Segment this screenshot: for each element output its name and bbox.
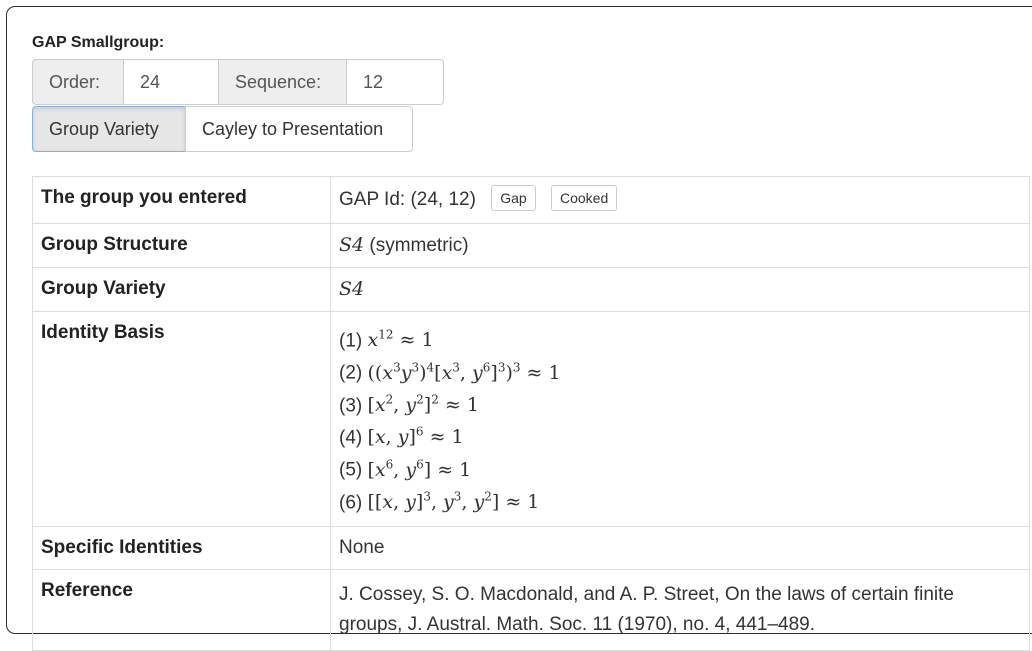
identity-6: (6) [[x, y]3, y3, y2] ≈ 1 bbox=[339, 489, 540, 513]
row-label: Specific Identities bbox=[32, 525, 331, 570]
group-structure-math: S4 bbox=[339, 234, 365, 256]
identity-3: (3) [x2, y2]2 ≈ 1 bbox=[339, 392, 479, 416]
panel-content: GAP Smallgroup: Order: 24 Sequence: 12 G… bbox=[32, 33, 1032, 651]
panel-frame: GAP Smallgroup: Order: 24 Sequence: 12 G… bbox=[6, 6, 1032, 651]
table-row: Specific Identities None bbox=[32, 525, 1030, 570]
row-value: None bbox=[330, 525, 1030, 570]
row-label: Group Variety bbox=[32, 267, 331, 312]
identity-2: (2) ((x3y3)4[x3, y6]3)3 ≈ 1 bbox=[339, 360, 561, 384]
gap-button[interactable]: Gap bbox=[491, 185, 536, 211]
row-value: S4 bbox=[330, 267, 1030, 312]
row-value: (1) x12 ≈ 1 (2) ((x3y3)4[x3, y6]3)3 ≈ 1 … bbox=[330, 311, 1030, 527]
cooked-button[interactable]: Cooked bbox=[550, 185, 618, 211]
reference-text: J. Cossey, S. O. Macdonald, and A. P. St… bbox=[330, 568, 1030, 651]
group-variety-button[interactable]: Group Variety bbox=[32, 106, 186, 152]
table-row: The group you entered GAP Id: (24, 12) G… bbox=[32, 176, 1030, 224]
group-variety-math: S4 bbox=[339, 278, 365, 300]
gap-id-text: GAP Id: (24, 12) bbox=[339, 189, 476, 211]
row-label: Identity Basis bbox=[32, 311, 331, 527]
order-sequence-group: Order: 24 Sequence: 12 bbox=[32, 59, 445, 105]
row-value: GAP Id: (24, 12) Gap Cooked bbox=[330, 176, 1030, 224]
group-structure-text: (symmetric) bbox=[364, 235, 469, 256]
sequence-input[interactable]: 12 bbox=[346, 59, 444, 105]
identity-4: (4) [x, y]6 ≈ 1 bbox=[339, 424, 464, 449]
row-label: Group Structure bbox=[32, 223, 331, 268]
row-label: The group you entered bbox=[32, 176, 331, 224]
order-input[interactable]: 24 bbox=[123, 59, 219, 105]
table-row: Reference J. Cossey, S. O. Macdonald, an… bbox=[32, 568, 1030, 651]
group-info-table: The group you entered GAP Id: (24, 12) G… bbox=[32, 176, 1030, 651]
table-row: Group Structure S4 (symmetric) bbox=[32, 223, 1030, 268]
identity-1: (1) x12 ≈ 1 bbox=[339, 328, 434, 352]
table-row: Identity Basis (1) x12 ≈ 1 (2) ((x3y3)4[… bbox=[32, 311, 1030, 527]
row-label: Reference bbox=[32, 568, 331, 651]
row-value: S4 (symmetric) bbox=[330, 223, 1030, 268]
table-row: Group Variety S4 bbox=[32, 267, 1030, 312]
sequence-label: Sequence: bbox=[218, 59, 347, 105]
mode-buttons: Group Variety Cayley to Presentation bbox=[32, 106, 1032, 152]
identity-5: (5) [x6, y6] ≈ 1 bbox=[339, 457, 472, 481]
cayley-to-presentation-button[interactable]: Cayley to Presentation bbox=[185, 106, 413, 152]
page-title: GAP Smallgroup: bbox=[32, 34, 165, 51]
order-label: Order: bbox=[32, 59, 124, 105]
